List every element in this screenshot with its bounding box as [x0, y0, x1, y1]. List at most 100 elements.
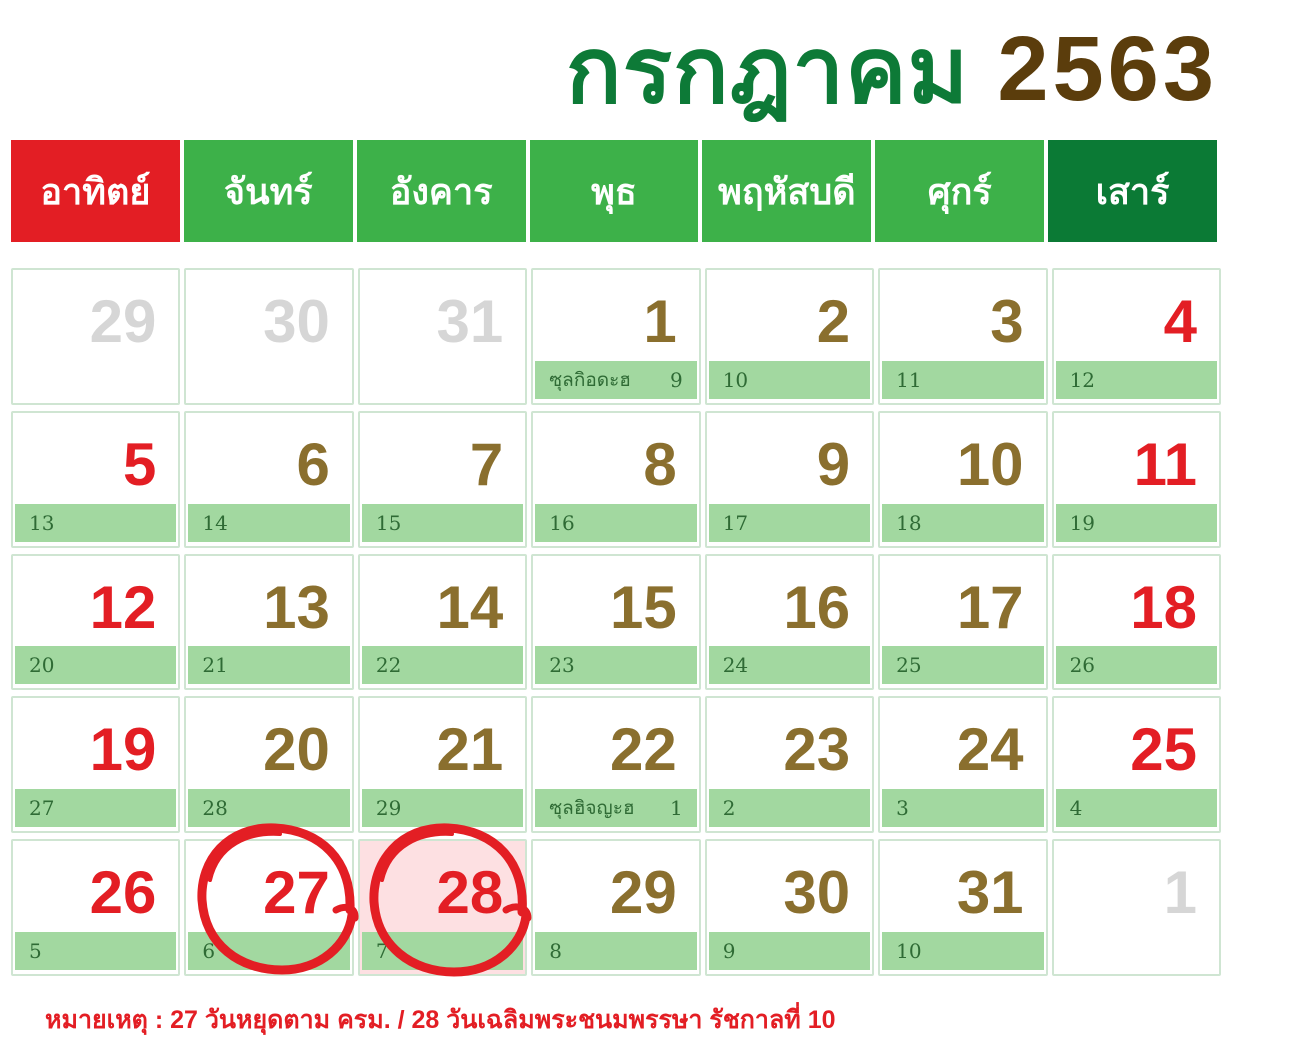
lunar-date-strip: 27	[15, 789, 177, 828]
lunar-day: 16	[549, 510, 575, 535]
lunar-day: 24	[722, 653, 749, 678]
lunar-day: 8	[549, 939, 563, 963]
lunar-day: 26	[1069, 653, 1096, 678]
day-cell: 4 12	[1051, 268, 1221, 405]
lunar-day: 7	[375, 939, 389, 963]
day-cell: 12 20	[11, 553, 181, 691]
lunar-day: 18	[896, 510, 922, 535]
day-cell: 13 21	[184, 553, 354, 691]
day-cell: 10 18	[878, 410, 1048, 548]
day-cell: 11 19	[1051, 410, 1221, 548]
day-cell: 8 16	[531, 410, 701, 548]
lunar-date-strip: 18	[882, 503, 1044, 542]
weekday-friday: ศุกร์	[875, 140, 1045, 242]
holiday-note: หมายเหตุ : 27 วันหยุดตาม ครม. / 28 วันเฉ…	[45, 1006, 836, 1034]
day-number: 4	[1163, 288, 1197, 355]
lunar-day: 17	[722, 510, 749, 535]
day-cell: 26 5	[11, 839, 181, 976]
lunar-day: 29	[375, 796, 402, 821]
day-number: 21	[436, 716, 504, 784]
lunar-day: 6	[202, 939, 216, 963]
lunar-date-strip: 2	[708, 789, 871, 828]
lunar-day: 5	[29, 939, 42, 963]
lunar-date-strip: 12	[1055, 360, 1217, 399]
day-grid: 29 30 31 1 ซุลกิอดะฮ 9 2 10 3 11 4 12 5 13 6 14 7 15 8 16 9 1…	[11, 268, 1221, 976]
lunar-date-strip: 29	[361, 789, 524, 828]
month-name: กรกฎาคม	[565, 19, 970, 122]
day-cell: 24 3	[878, 696, 1048, 834]
lunar-date-strip: 15	[361, 503, 524, 542]
day-cell: 17 25	[878, 553, 1048, 691]
lunar-day: 10	[896, 939, 922, 963]
day-number: 1	[643, 288, 677, 355]
day-number: 9	[816, 430, 851, 498]
lunar-date-strip: 11	[882, 360, 1044, 399]
weekday-sunday: อาทิตย์	[11, 140, 180, 242]
lunar-day: 22	[375, 653, 402, 678]
lunar-date-strip: 13	[15, 503, 177, 542]
day-number: 11	[1133, 430, 1197, 498]
day-number: 28	[436, 859, 504, 927]
lunar-day: 13	[29, 510, 55, 535]
day-number: 30	[783, 859, 851, 927]
day-number: 13	[263, 573, 330, 641]
day-number: 14	[436, 573, 504, 641]
lunar-date-strip: 10	[708, 360, 871, 399]
day-number: 25	[1130, 716, 1197, 784]
lunar-day: 9	[669, 367, 683, 392]
lunar-day: 15	[375, 510, 402, 535]
day-number: 27	[263, 859, 330, 927]
lunar-date-strip: 10	[882, 932, 1044, 970]
day-cell: 7 15	[357, 410, 528, 548]
lunar-date-strip: 25	[882, 646, 1044, 685]
lunar-month-name: ซุลฮิจญะฮ	[549, 797, 635, 820]
lunar-date-strip: 24	[708, 646, 871, 685]
lunar-date-strip: 7	[361, 932, 524, 970]
day-cell: 30 9	[704, 839, 875, 976]
day-number: 1	[1163, 859, 1197, 927]
day-cell: 29 8	[531, 839, 701, 976]
day-number: 24	[956, 716, 1024, 784]
lunar-date-strip: 21	[188, 646, 350, 685]
day-cell: 3 11	[878, 268, 1048, 405]
day-number: 16	[783, 573, 851, 641]
day-cell: 14 22	[357, 553, 528, 691]
day-number: 22	[609, 716, 677, 784]
lunar-date-strip: 28	[188, 789, 350, 828]
lunar-date-strip: ซุลกิอดะฮ 9	[535, 360, 697, 399]
day-number: 26	[89, 859, 157, 927]
day-cell: 25 4	[1051, 696, 1221, 834]
lunar-date-strip: 23	[535, 646, 697, 685]
day-cell: 30	[184, 268, 354, 405]
lunar-day: 9	[722, 939, 736, 963]
day-cell: 31	[357, 268, 528, 405]
weekday-wednesday: พุธ	[529, 140, 699, 242]
day-number: 23	[783, 716, 851, 784]
weekday-saturday: เสาร์	[1048, 140, 1217, 242]
lunar-day: 23	[549, 653, 575, 678]
lunar-date-strip: 26	[1055, 646, 1217, 685]
day-cell: 31 10	[878, 839, 1048, 976]
lunar-date-strip: 9	[708, 932, 871, 970]
lunar-day: 21	[202, 653, 228, 678]
day-cell: 18 26	[1051, 553, 1221, 691]
day-number: 17	[956, 573, 1024, 641]
day-cell: 27 6	[184, 839, 354, 976]
day-number: 12	[89, 573, 157, 641]
weekday-tuesday: อังคาร	[356, 140, 526, 242]
day-number: 6	[296, 430, 330, 498]
day-number: 31	[436, 288, 504, 355]
lunar-date-strip: ซุลฮิจญะฮ 1	[535, 789, 697, 828]
lunar-day: 4	[1069, 796, 1083, 821]
lunar-day: 28	[202, 796, 228, 821]
day-cell: 15 23	[531, 553, 701, 691]
day-cell: 1 ซุลกิอดะฮ 9	[531, 268, 701, 405]
day-number: 5	[123, 430, 157, 498]
lunar-date-strip: 14	[188, 503, 350, 542]
lunar-date-strip: 20	[15, 646, 177, 685]
weekday-monday: จันทร์	[183, 140, 353, 242]
lunar-date-strip: 22	[361, 646, 524, 685]
calendar-title: กรกฎาคม 2563	[566, 14, 1218, 124]
day-number: 3	[990, 288, 1024, 355]
day-cell: 16 24	[704, 553, 875, 691]
